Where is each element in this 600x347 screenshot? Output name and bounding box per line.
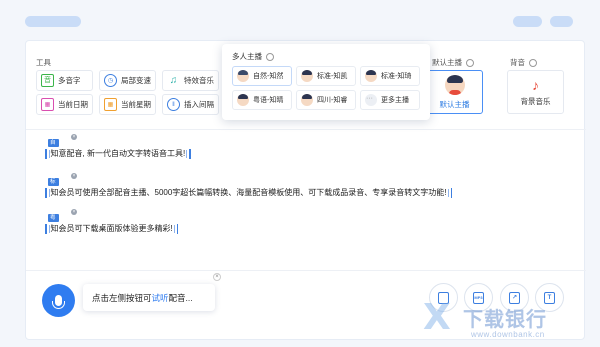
settings-icon[interactable] <box>529 58 537 67</box>
voice-tag[interactable]: 粤语-知晴 <box>48 214 60 245</box>
current-date-button[interactable]: ▦ 当前日期 <box>36 94 93 115</box>
text-editor[interactable]: 自然-知然 × 知意配音, 新一代自动文字转语音工具! 标准-知琦 × 知会员可… <box>26 131 586 271</box>
multi-anchor-popover: 多人主播 自然-知然 标准-知凯 标准-知琦 粤语-知晴 四川-知睿 更多主播 <box>222 44 430 120</box>
current-date-label: 当前日期 <box>58 100 88 109</box>
calendar-icon: ▦ <box>41 98 54 111</box>
settings-icon[interactable] <box>266 52 274 61</box>
week-icon: ▦ <box>104 98 117 111</box>
bg-music-label: 背景音乐 <box>520 96 551 106</box>
app-window: 工具 音 多音字 ◷ 局部变速 ♫ 特效音乐 ▦ 当前日期 ▦ 当前星期 ‖ 插… <box>0 0 600 347</box>
voice-option[interactable]: 粤语-知晴 <box>232 90 292 110</box>
voice-tag[interactable]: 标准-知琦 <box>48 178 60 209</box>
multi-anchor-title: 多人主播 <box>232 51 274 62</box>
music-note-icon: ♪ <box>532 76 539 93</box>
default-anchor-title: 默认主播 <box>432 57 474 68</box>
close-icon[interactable]: × <box>213 273 221 281</box>
voice-avatar-icon <box>301 94 313 106</box>
more-icon <box>365 94 377 106</box>
segment-start-marker <box>45 187 47 198</box>
default-anchor-label: 默认主播 <box>439 99 470 109</box>
watermark: X 下载银行 www.downbank.cn <box>423 298 593 343</box>
tools-label: 工具 <box>36 58 51 67</box>
segment-text: 知意配音, 新一代自动文字转语音工具! <box>50 149 186 158</box>
insert-pause-label: 插入间隔 <box>184 100 214 109</box>
tag-remove-icon[interactable]: × <box>71 173 77 179</box>
voice-avatar-icon <box>365 70 377 82</box>
music-effect-icon: ♫ <box>169 74 178 86</box>
local-speed-button[interactable]: ◷ 局部变速 <box>99 70 156 91</box>
window-control-button[interactable] <box>513 16 542 27</box>
segment-line: 知会员可下载桌面版体验更多精彩! <box>44 223 179 234</box>
app-logo-placeholder <box>25 16 81 27</box>
pause-icon: ‖ <box>167 98 180 111</box>
polyphone-icon: 音 <box>41 74 54 87</box>
current-week-label: 当前星期 <box>121 100 151 109</box>
segment-end-marker <box>176 223 179 234</box>
voice-option[interactable]: 四川-知睿 <box>296 90 356 110</box>
more-voices-button[interactable]: 更多主播 <box>360 90 420 110</box>
tag-remove-icon[interactable]: × <box>71 134 77 140</box>
watermark-url: www.downbank.cn <box>471 330 545 339</box>
top-bar <box>0 0 600 38</box>
bg-music-button[interactable]: ♪ 背景音乐 <box>507 70 564 114</box>
default-anchor-button[interactable]: 默认主播 <box>426 70 483 114</box>
voice-option[interactable]: 标准-知凯 <box>296 66 356 86</box>
voice-avatar-icon <box>301 70 313 82</box>
preview-hint: 点击左侧按钮可 试听 配音... <box>83 284 215 311</box>
polyphone-button[interactable]: 音 多音字 <box>36 70 93 91</box>
voice-option[interactable]: 自然-知然 <box>232 66 292 86</box>
segment-end-marker <box>189 148 191 159</box>
music-effect-label: 特效音乐 <box>184 76 214 85</box>
watermark-title: 下载银行 <box>463 309 547 331</box>
segment-end-marker <box>450 187 453 198</box>
segment-start-marker <box>45 148 47 159</box>
segment-line: 知会员可使用全部配音主播、5000字超长篇幅转换、海量配音模板使用、可下载成品录… <box>44 187 453 198</box>
voice-option[interactable]: 标准-知琦 <box>360 66 420 86</box>
segment-text: 知会员可使用全部配音主播、5000字超长篇幅转换、海量配音模板使用、可下载成品录… <box>50 188 447 197</box>
bg-music-title: 背音 <box>510 57 537 68</box>
watermark-logo-icon: X <box>423 297 451 338</box>
segment-line: 知意配音, 新一代自动文字转语音工具! <box>44 148 192 159</box>
insert-pause-button[interactable]: ‖ 插入间隔 <box>162 94 219 115</box>
settings-icon[interactable] <box>466 58 474 67</box>
anchor-avatar-icon <box>444 74 465 95</box>
segment-start-marker <box>45 223 47 234</box>
microphone-button[interactable] <box>42 284 75 317</box>
current-week-button[interactable]: ▦ 当前星期 <box>99 94 156 115</box>
divider <box>26 270 586 271</box>
polyphone-label: 多音字 <box>58 76 81 85</box>
voice-avatar-icon <box>237 94 249 106</box>
local-speed-label: 局部变速 <box>121 76 151 85</box>
voice-avatar-icon <box>237 70 249 82</box>
voice-tag[interactable]: 自然-知然 <box>48 139 60 170</box>
window-control-button[interactable] <box>550 16 573 27</box>
tag-remove-icon[interactable]: × <box>71 209 77 215</box>
speed-icon: ◷ <box>104 74 117 87</box>
microphone-icon <box>52 295 65 309</box>
music-effect-button[interactable]: ♫ 特效音乐 <box>162 70 219 91</box>
segment-text: 知会员可下载桌面版体验更多精彩! <box>50 224 173 233</box>
divider <box>26 129 586 130</box>
